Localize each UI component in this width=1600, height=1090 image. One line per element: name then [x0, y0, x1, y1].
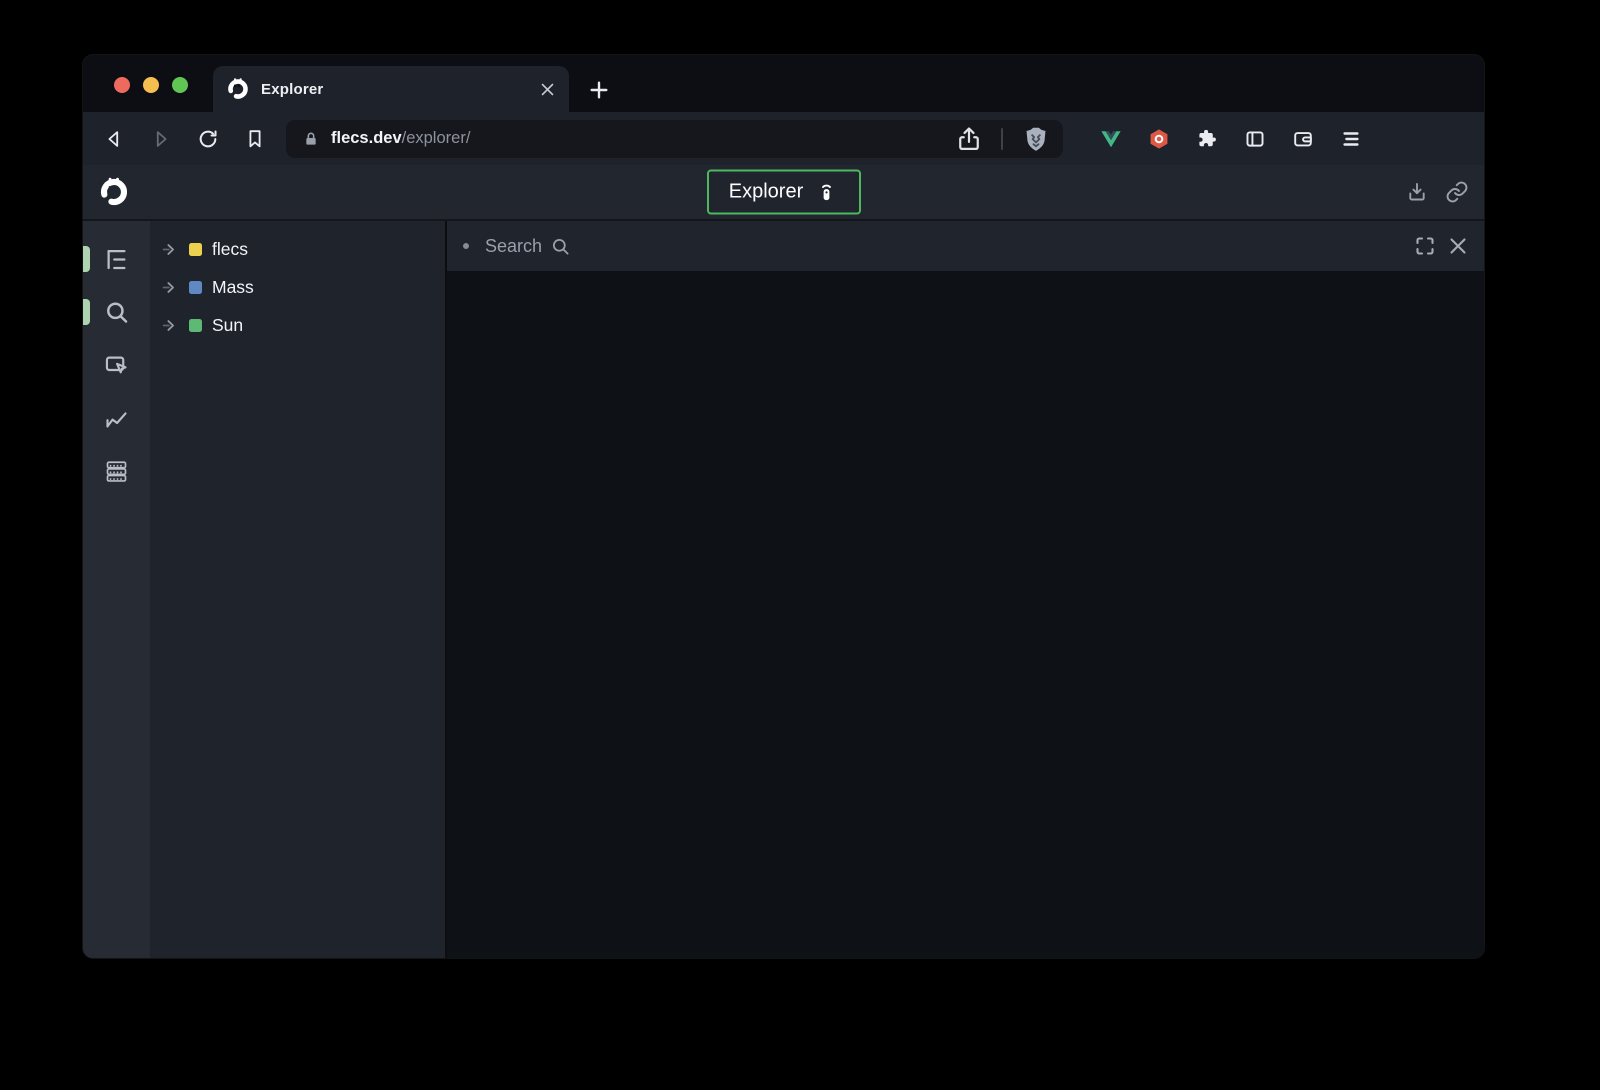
module-color-swatch — [189, 243, 202, 256]
tab-title: Explorer — [261, 81, 528, 98]
flecs-logo-icon[interactable] — [98, 176, 130, 208]
connection-status-box[interactable]: Explorer — [707, 170, 861, 215]
minimize-window-button[interactable] — [143, 77, 159, 93]
url-domain: flecs.dev — [331, 129, 402, 147]
tool-rail — [83, 221, 150, 958]
remote-connection-icon — [815, 181, 838, 204]
menu-hamburger-icon[interactable] — [1340, 128, 1362, 150]
page-title: Explorer — [729, 181, 803, 204]
search-panel-header: Search — [447, 221, 1484, 271]
tree-item-label: flecs — [212, 239, 248, 260]
active-panel-indicator — [83, 299, 90, 325]
search-results-area — [447, 271, 1484, 958]
new-tab-button[interactable] — [588, 79, 610, 101]
search-panel-title: Search — [485, 236, 542, 257]
url-path: /explorer/ — [402, 129, 471, 147]
extensions-puzzle-icon[interactable] — [1196, 128, 1218, 150]
explorer-content: flecs Mass — [83, 221, 1484, 958]
browser-tab-explorer[interactable]: Explorer — [213, 66, 569, 112]
reload-button[interactable] — [191, 122, 225, 156]
fullscreen-button[interactable] — [1413, 234, 1437, 258]
entity-color-swatch — [189, 319, 202, 332]
active-panel-indicator — [83, 246, 90, 272]
tab-bar: Explorer — [83, 55, 1484, 112]
page-header: Explorer — [83, 165, 1484, 221]
expand-arrow-icon[interactable] — [162, 317, 179, 334]
extension-hexagon-icon[interactable] — [1148, 128, 1170, 150]
tree-item-flecs[interactable]: flecs — [150, 230, 445, 268]
copy-link-button[interactable] — [1445, 180, 1469, 204]
browser-window: Explorer — [83, 55, 1484, 958]
wallet-icon[interactable] — [1292, 128, 1314, 150]
tree-panel-button[interactable] — [101, 243, 133, 275]
flecs-favicon-icon — [226, 77, 250, 101]
query-panel-button[interactable] — [101, 296, 133, 328]
close-window-button[interactable] — [114, 77, 130, 93]
desktop-background: Explorer — [0, 0, 1600, 1090]
header-actions — [1405, 180, 1469, 204]
url-text: flecs.dev/explorer/ — [331, 129, 470, 148]
tab-close-icon[interactable] — [539, 81, 556, 98]
inspect-panel-button[interactable] — [101, 349, 133, 381]
share-icon[interactable] — [955, 125, 983, 153]
tree-item-label: Mass — [212, 277, 254, 298]
sidebar-toggle-icon[interactable] — [1244, 128, 1266, 150]
search-panel: Search — [445, 221, 1484, 958]
bookmark-icon[interactable] — [238, 122, 272, 156]
entity-tree-panel: flecs Mass — [150, 221, 445, 958]
expand-arrow-icon[interactable] — [162, 279, 179, 296]
stats-panel-button[interactable] — [101, 402, 133, 434]
tree-item-label: Sun — [212, 315, 243, 336]
tree-item-mass[interactable]: Mass — [150, 268, 445, 306]
search-icon — [551, 237, 570, 256]
tables-panel-button[interactable] — [101, 455, 133, 487]
browser-toolbar: flecs.dev/explorer/ — [83, 112, 1484, 165]
toolbar-separator — [1001, 128, 1003, 150]
extension-row — [1100, 128, 1362, 150]
brave-shields-icon[interactable] — [1021, 124, 1051, 154]
forward-button[interactable] — [144, 122, 178, 156]
vue-devtools-icon[interactable] — [1100, 128, 1122, 150]
component-color-swatch — [189, 281, 202, 294]
download-button[interactable] — [1405, 180, 1429, 204]
tree-item-sun[interactable]: Sun — [150, 306, 445, 344]
lock-icon[interactable] — [303, 131, 319, 147]
back-button[interactable] — [97, 122, 131, 156]
zoom-window-button[interactable] — [172, 77, 188, 93]
close-panel-button[interactable] — [1446, 234, 1470, 258]
address-bar[interactable]: flecs.dev/explorer/ — [286, 120, 1063, 158]
panel-status-dot-icon — [463, 243, 469, 249]
window-controls — [114, 77, 188, 93]
expand-arrow-icon[interactable] — [162, 241, 179, 258]
